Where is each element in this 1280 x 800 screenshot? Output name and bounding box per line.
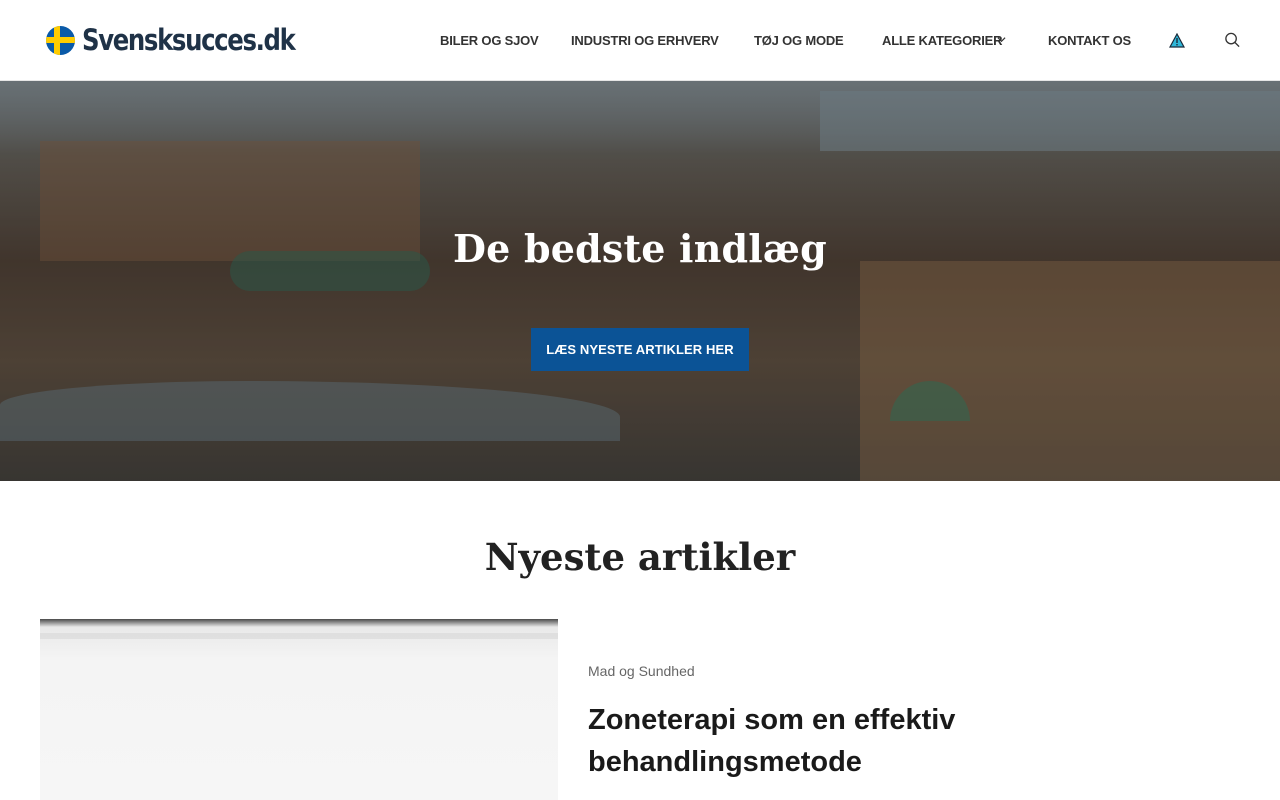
site-logo[interactable]: Svensksucces.dk	[46, 22, 335, 58]
chevron-down-icon[interactable]	[997, 35, 1006, 44]
hero-overlay	[0, 81, 1280, 481]
search-icon[interactable]	[1224, 31, 1241, 49]
article-image[interactable]	[40, 619, 558, 800]
article-category-link[interactable]: Mad og Sundhed	[588, 663, 695, 679]
nav-item-kontakt-os[interactable]: KONTAKT OS	[1048, 33, 1131, 48]
sweden-flag-icon	[46, 25, 75, 55]
hero-banner: De bedste indlæg LÆS NYESTE ARTIKLER HER	[0, 81, 1280, 481]
warning-icon[interactable]	[1169, 33, 1185, 48]
hero-title: De bedste indlæg	[453, 226, 827, 271]
site-header: Svensksucces.dk BILER OG SJOV INDUSTRI O…	[0, 0, 1280, 81]
nav-item-industri-og-erhverv[interactable]: INDUSTRI OG ERHVERV	[571, 33, 719, 48]
nav-item-toej-og-mode[interactable]: TØJ OG MODE	[754, 33, 844, 48]
article-title-link[interactable]: Zoneterapi som en effektiv behandlingsme…	[588, 699, 1068, 783]
nav-item-alle-kategorier[interactable]: ALLE KATEGORIER	[882, 33, 1002, 48]
nav-item-biler-og-sjov[interactable]: BILER OG SJOV	[440, 33, 539, 48]
section-title: Nyeste artikler	[484, 535, 796, 579]
logo-text: Svensksucces.dk	[82, 23, 296, 57]
read-latest-articles-button[interactable]: LÆS NYESTE ARTIKLER HER	[531, 328, 749, 371]
